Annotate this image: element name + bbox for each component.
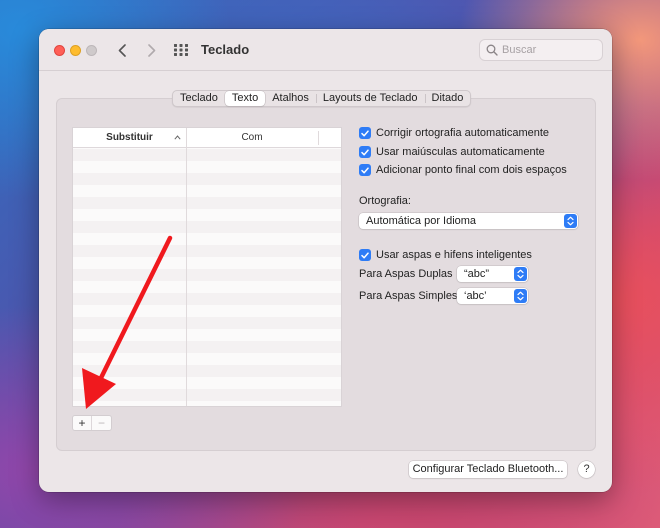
chevron-left-icon [118,43,126,57]
remove-replacement-button[interactable]: − [92,416,111,430]
option-label: Usar maiúsculas automaticamente [376,146,545,158]
option-label: Corrigir ortografia automaticamente [376,127,550,139]
checkbox-checked[interactable] [359,164,371,176]
option-autocorrect[interactable]: Corrigir ortografia automaticamente [359,126,549,140]
text-replacements-table[interactable]: Substituir Com [72,127,342,407]
option-smart-quotes[interactable]: Usar aspas e hifens inteligentes [359,248,532,262]
spelling-value: Automática por Idioma [366,215,477,227]
option-label: Adicionar ponto final com dois espaços [376,164,567,176]
back-button[interactable] [112,39,132,61]
help-button[interactable]: ? [578,461,595,478]
tab-bar: Teclado Texto Atalhos Layouts de Teclado… [172,90,472,107]
double-quotes-label: Para Aspas Duplas [359,268,453,280]
column-header-com[interactable]: Com [187,128,317,148]
zoom-button[interactable] [86,45,97,56]
checkmark-icon [361,166,369,173]
chevron-right-icon [148,43,156,57]
double-quotes-value: “abc” [464,268,490,280]
add-remove-control: + − [72,415,112,431]
forward-button[interactable] [142,39,162,61]
add-replacement-button[interactable]: + [73,416,92,430]
tab-atalhos[interactable]: Atalhos [265,91,316,106]
spelling-popup[interactable]: Automática por Idioma [359,213,578,229]
minimize-button[interactable] [70,45,81,56]
single-quotes-label: Para Aspas Simples [359,290,458,302]
search-icon [486,44,498,56]
single-quotes-popup[interactable]: ‘abc’ [457,288,528,304]
show-all-button[interactable] [173,42,189,58]
tab-layouts-de-teclado[interactable]: Layouts de Teclado [315,91,425,106]
sort-ascending-icon [174,135,181,140]
option-label: Usar aspas e hifens inteligentes [376,249,532,261]
checkmark-icon [361,148,369,155]
popup-chevrons-icon [514,289,527,303]
grid-icon [174,44,188,56]
window-title: Teclado [201,42,250,57]
tab-texto[interactable]: Texto [224,91,266,106]
checkbox-checked[interactable] [359,249,371,261]
spelling-label: Ortografia: [359,195,411,207]
tab-teclado[interactable]: Teclado [173,91,225,106]
checkbox-checked[interactable] [359,127,371,139]
single-quotes-value: ‘abc’ [464,290,487,302]
tab-ditado[interactable]: Ditado [424,91,471,106]
column-divider [318,131,319,145]
column-header-substituir[interactable]: Substituir [73,128,186,148]
close-button[interactable] [54,45,65,56]
table-header: Substituir Com [73,128,341,148]
double-quotes-popup[interactable]: “abc” [457,266,528,282]
popup-chevrons-icon [564,214,577,228]
window-toolbar: Teclado [39,29,612,71]
popup-chevrons-icon [514,267,527,281]
checkmark-icon [361,251,369,258]
configure-bluetooth-keyboard-button[interactable]: Configurar Teclado Bluetooth... [409,461,567,478]
table-rows [73,149,341,406]
option-period[interactable]: Adicionar ponto final com dois espaços [359,163,567,177]
system-preferences-window: Teclado Teclado Texto Atalhos Layouts de… [39,29,612,492]
search-input[interactable] [502,42,598,58]
option-capitalize[interactable]: Usar maiúsculas automaticamente [359,145,545,159]
search-field[interactable] [479,39,603,61]
checkbox-checked[interactable] [359,146,371,158]
checkmark-icon [361,129,369,136]
column-divider [186,128,187,406]
